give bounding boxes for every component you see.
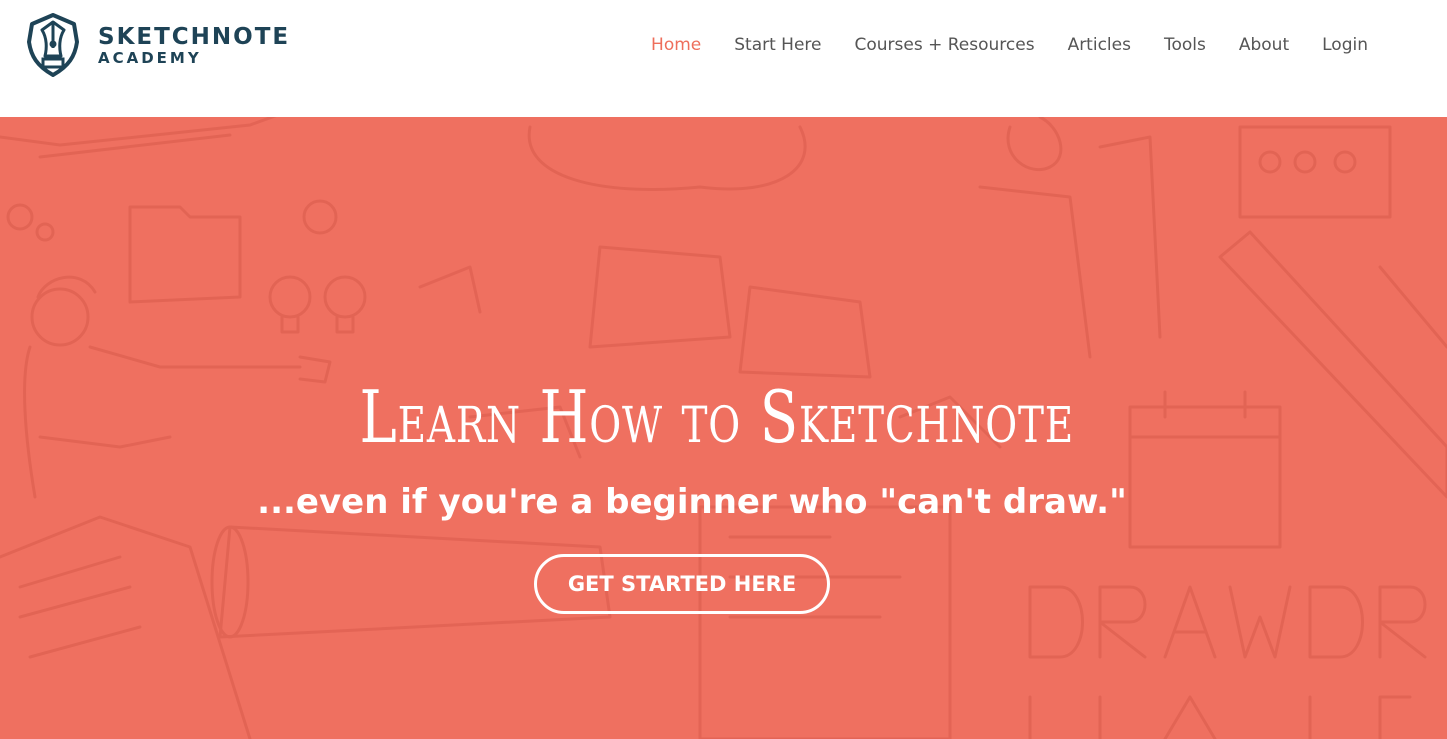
logo-wordmark: SKETCHNOTE ACADEMY [98, 26, 290, 66]
nav-link-start-here[interactable]: Start Here [734, 35, 821, 55]
site-logo[interactable]: SKETCHNOTE ACADEMY [23, 12, 290, 78]
hero-title: Learn How to Sketchnote [359, 375, 1075, 459]
nav-item-login: Login [1322, 34, 1368, 56]
nav-item-about: About [1239, 34, 1289, 56]
nav-link-courses-resources[interactable]: Courses + Resources [854, 35, 1034, 55]
nav-link-home[interactable]: Home [651, 35, 701, 55]
hero-subtitle: ...even if you're a beginner who "can't … [257, 482, 1127, 522]
nav-item-articles: Articles [1068, 34, 1131, 56]
nav-item-start-here: Start Here [734, 34, 821, 56]
site-header: SKETCHNOTE ACADEMY Home Start Here Cours… [0, 0, 1447, 117]
pen-nib-shield-icon [27, 13, 79, 77]
main-nav: Home Start Here Courses + Resources Arti… [651, 34, 1368, 56]
nav-link-about[interactable]: About [1239, 35, 1289, 55]
logo-line-sketchnote: SKETCHNOTE [98, 24, 291, 50]
logo-line-academy: ACADEMY [98, 49, 202, 67]
nav-link-tools[interactable]: Tools [1164, 35, 1206, 55]
nav-item-home: Home [651, 34, 701, 56]
hero-section: Learn How to Sketchnote ...even if you'r… [0, 117, 1447, 739]
nav-item-tools: Tools [1164, 34, 1206, 56]
nav-item-courses-resources: Courses + Resources [854, 34, 1034, 56]
get-started-button[interactable]: GET STARTED HERE [534, 554, 830, 614]
nav-link-login[interactable]: Login [1322, 35, 1368, 55]
nav-link-articles[interactable]: Articles [1068, 35, 1131, 55]
